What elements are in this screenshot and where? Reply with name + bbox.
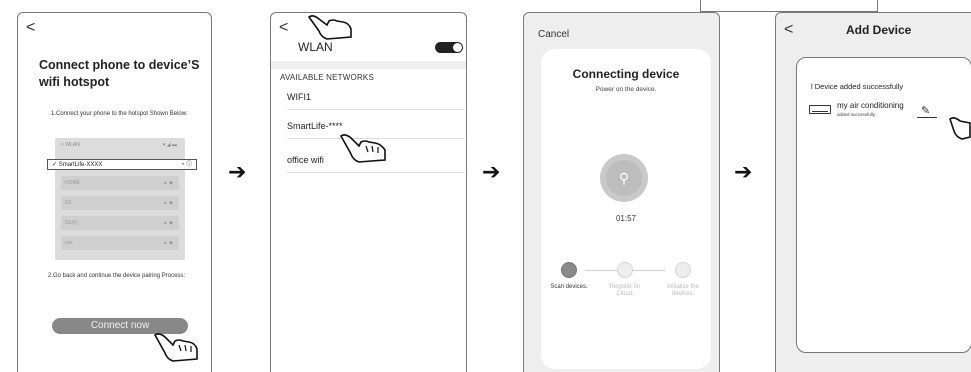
back-button[interactable]: < — [279, 19, 288, 37]
wifi-list-illustration: < WLAN ▾ ◢ ▬ HOME ▲ ◆ 5G ▲ ◆ 5G(F) ▲ ◆ xxx ▲… — [55, 138, 185, 260]
step-label: Scan devices. — [550, 284, 588, 290]
arrow-right-icon: ➔ — [482, 160, 501, 185]
mock-row: 5G ▲ ◆ — [61, 196, 179, 210]
connecting-card: Connecting device Power on the device. ⚲… — [541, 49, 711, 369]
step-label: Initialize the devices. — [667, 284, 699, 297]
pointing-hand-icon — [153, 333, 198, 362]
card-title: Connecting device — [572, 67, 680, 81]
edit-pencil-icon[interactable]: ✎ — [921, 104, 930, 117]
device-status: added successfully — [837, 112, 876, 117]
pointing-hand-icon — [339, 134, 386, 163]
page-title: Add Device — [846, 23, 912, 37]
pointing-hand-icon — [307, 15, 352, 40]
screen-add-device: < Add Device l Device added successfully… — [775, 12, 971, 372]
top-frame-fragment — [700, 0, 878, 12]
divider — [271, 61, 466, 69]
highlighted-network-label: ✓ SmartLife-XXXX — [52, 162, 103, 168]
wifi-icon: ◔ ⓘ — [180, 162, 192, 168]
arrow-right-icon: ➔ — [734, 160, 753, 185]
cancel-button[interactable]: Cancel — [538, 29, 569, 40]
screen-connecting: Cancel Connecting device Power on the de… — [523, 12, 720, 372]
screen-wlan: < WLAN AVAILABLE NETWORKS WIFI1 SmartLif… — [270, 12, 467, 372]
step-init-icon — [675, 262, 691, 278]
section-header: AVAILABLE NETWORKS — [280, 73, 374, 82]
device-name: my air conditioning — [837, 101, 904, 110]
mock-row: HOME ▲ ◆ — [61, 176, 179, 190]
instruction-step-2: 2.Go back and continue the device pairin… — [48, 273, 186, 279]
network-item[interactable]: WIFI1 — [287, 85, 465, 110]
screen-connect-hotspot: < Connect phone to device’S wifi hotspot… — [17, 12, 212, 372]
back-button[interactable]: < — [26, 19, 35, 37]
page-title: Connect phone to device’S wifi hotspot — [39, 58, 200, 89]
wlan-toggle[interactable] — [435, 42, 463, 53]
mock-header: < WLAN — [61, 142, 80, 148]
step-label: Register on Cloud. — [609, 284, 641, 297]
card-subtitle: Power on the device. — [595, 86, 657, 93]
device-card: l Device added successfully my air condi… — [796, 57, 971, 353]
highlighted-network: ✓ SmartLife-XXXX ◔ ⓘ — [47, 159, 197, 170]
air-conditioner-icon — [809, 105, 831, 114]
countdown-timer: 01:57 — [615, 214, 637, 223]
step-cloud-icon — [617, 262, 633, 278]
wlan-title: WLAN — [298, 40, 333, 54]
instruction-step-1: 1.Connect your phone to the hotspot Show… — [51, 111, 188, 117]
arrow-right-icon: ➔ — [228, 160, 247, 185]
back-button[interactable]: < — [784, 21, 793, 39]
pointing-hand-icon — [949, 117, 971, 140]
key-icon: ⚲ — [606, 160, 642, 196]
toggle-knob — [453, 43, 462, 52]
mock-row: xxx ▲ ◆ — [61, 236, 179, 250]
connecting-spinner: ⚲ — [600, 154, 648, 202]
mock-row: 5G(F) ▲ ◆ — [61, 216, 179, 230]
success-message: l Device added successfully — [811, 82, 904, 91]
pencil-underline — [917, 117, 937, 118]
step-scan-icon — [561, 262, 577, 278]
status-icons: ▾ ◢ ▬ — [162, 142, 177, 148]
